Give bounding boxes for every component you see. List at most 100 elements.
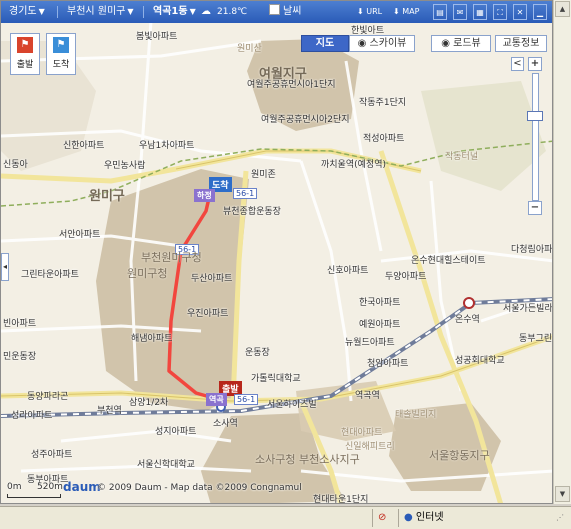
map-label[interactable]: 봄빛아파트 bbox=[136, 29, 177, 42]
zoom-in-button[interactable]: + bbox=[528, 57, 542, 71]
map-label[interactable]: 해냄아파트 bbox=[131, 331, 172, 344]
zoom-slider-track[interactable] bbox=[532, 73, 539, 201]
map-label[interactable]: 까치울역(예정역) bbox=[321, 157, 386, 170]
minimize-icon[interactable]: ▁ bbox=[533, 4, 547, 20]
minus-icon: − bbox=[530, 202, 540, 213]
bus-number-bottom-label: 56-1 bbox=[237, 395, 256, 404]
map-label[interactable]: 뉴월드아파트 bbox=[345, 335, 395, 348]
map-label[interactable]: 동양파라곤 bbox=[27, 389, 68, 402]
map-label[interactable]: 동부그린 bbox=[519, 331, 552, 344]
sosa-station-label[interactable]: 소사역 bbox=[213, 416, 238, 429]
map-label[interactable]: 우진아파트 bbox=[187, 306, 228, 319]
map-label[interactable]: 가톨릭대학교 bbox=[251, 371, 301, 384]
radio-icon: ◉ bbox=[357, 38, 367, 49]
map-label[interactable]: 그린타운아파트 bbox=[21, 267, 79, 280]
pan-left-button[interactable]: < bbox=[511, 57, 524, 71]
map-label[interactable]: 서울신학대학교 bbox=[137, 457, 195, 470]
weather-label: 날씨 bbox=[283, 6, 302, 17]
map-label[interactable]: 서안아파트 bbox=[59, 227, 100, 240]
scroll-up-button[interactable]: ▲ bbox=[555, 1, 570, 17]
scroll-down-button[interactable]: ▼ bbox=[555, 486, 570, 502]
district-label: 서울항동지구 bbox=[429, 449, 490, 462]
expand-icon[interactable]: ✕ bbox=[513, 4, 527, 20]
print-icon[interactable]: ▤ bbox=[433, 4, 447, 20]
map-label[interactable]: 성공회대학교 bbox=[455, 353, 505, 366]
district-label: 부천소사지구 bbox=[299, 453, 360, 466]
tab-map[interactable]: 지도 bbox=[301, 35, 349, 52]
map-label[interactable]: 현대타운1단지 bbox=[313, 492, 368, 503]
map-label[interactable]: 원미존 bbox=[251, 167, 276, 180]
save-icon[interactable]: ▦ bbox=[473, 4, 487, 20]
tab-skyview[interactable]: ◉ 스카이뷰 bbox=[349, 35, 415, 52]
map-label[interactable]: 빈아파트 bbox=[3, 316, 36, 329]
map-label[interactable]: 예원아파트 bbox=[359, 317, 400, 330]
daum-logo[interactable]: daum bbox=[63, 480, 101, 494]
fullscreen-icon[interactable]: ⛶ bbox=[493, 4, 507, 20]
map-label[interactable]: 신호아파트 bbox=[327, 263, 368, 276]
map-label[interactable]: 원미구청 bbox=[127, 265, 167, 281]
roadview-button[interactable]: ◉ 로드뷰 bbox=[431, 35, 491, 52]
map-label[interactable]: 다청림아파트 bbox=[511, 242, 552, 255]
zoom-slider-thumb[interactable] bbox=[527, 111, 543, 121]
bus-stop-bottom-marker[interactable]: 역곡 bbox=[206, 393, 227, 406]
map-label[interactable]: 한빛아트 bbox=[351, 23, 384, 36]
chevron-down-icon: ▼ bbox=[127, 7, 134, 16]
map-label[interactable]: 서울하이츠빌 bbox=[267, 397, 317, 410]
map-label[interactable]: 운동장 bbox=[245, 345, 270, 358]
map-label[interactable]: 청암아파트 bbox=[367, 356, 408, 369]
mail-icon[interactable]: ✉ bbox=[453, 4, 467, 20]
map-label[interactable]: 성주아파트 bbox=[31, 447, 72, 460]
map-label[interactable]: 우남1차아파트 bbox=[139, 138, 194, 151]
province-select[interactable]: 경기도 ▼ bbox=[9, 1, 45, 23]
vertical-scrollbar[interactable]: ▲ ▼ bbox=[553, 0, 571, 504]
map-label[interactable]: 두산아파트 bbox=[191, 271, 232, 284]
map-label[interactable]: 서울가든빌라 bbox=[503, 301, 552, 314]
map-label[interactable]: 여월주공휴먼시아2단지 bbox=[261, 112, 350, 125]
map-label[interactable]: 태솔빌리지 bbox=[395, 407, 436, 420]
traffic-button[interactable]: 교통정보 bbox=[495, 35, 547, 52]
security-zone[interactable]: ● 인터넷 bbox=[404, 510, 554, 526]
map-label[interactable]: 부천역 bbox=[97, 403, 122, 416]
map-label[interactable]: 신한아파트 bbox=[63, 138, 104, 151]
bus-stop-top-marker[interactable]: 하정 bbox=[194, 189, 215, 202]
map-label[interactable]: 삼양1/2차 bbox=[129, 395, 168, 408]
bus-number-top: 56-1 bbox=[233, 188, 258, 199]
map-label[interactable]: 작동주1단지 bbox=[359, 95, 406, 108]
tab-map-label: 지도 bbox=[315, 38, 335, 49]
map-label[interactable]: 적성아파트 bbox=[363, 131, 404, 144]
map-label[interactable]: 온수현대힐스테이트 bbox=[411, 253, 486, 266]
map-label[interactable]: 성라아파트 bbox=[11, 408, 52, 421]
popup-blocked-icon[interactable]: ⊘ bbox=[378, 510, 386, 526]
map-label[interactable]: 우민농사람 bbox=[104, 158, 145, 171]
divider bbox=[398, 509, 399, 527]
map-label[interactable]: 부천원미구청 bbox=[141, 249, 202, 265]
scale-left-label: 0m bbox=[7, 482, 22, 492]
yeokgok-station-label[interactable]: 역곡역 bbox=[355, 388, 380, 401]
side-panel-toggle[interactable]: ◂ bbox=[1, 253, 9, 281]
map-label[interactable]: 원미산 bbox=[237, 41, 262, 54]
arrow-down-icon: ⬇ bbox=[393, 7, 400, 16]
map-button[interactable]: ⬇ MAP bbox=[393, 4, 419, 20]
map-label[interactable]: 민운동장 bbox=[3, 349, 36, 362]
zoom-out-button[interactable]: − bbox=[528, 201, 542, 215]
map-label[interactable]: 신동아 bbox=[3, 157, 28, 170]
map-label[interactable]: 작동터널 bbox=[445, 149, 478, 162]
map-label[interactable]: 현대아파트 bbox=[341, 425, 382, 438]
map-label[interactable]: 소사구청 bbox=[255, 451, 295, 467]
map-label[interactable]: 여월주공휴먼시아1단지 bbox=[247, 77, 336, 90]
map-canvas[interactable]: 경기도 ▼ 부천시 원미구 ▼ 역곡1동 ▼ ☁ 21.8℃ 날씨 ⬇ URL ⬇ M… bbox=[0, 0, 553, 504]
map-label[interactable]: 뷰천종합운동장 bbox=[223, 204, 281, 217]
resize-grip-icon[interactable]: ⋰ bbox=[556, 510, 564, 526]
map-label[interactable]: 두양아파트 bbox=[385, 269, 426, 282]
start-button[interactable]: ⚑ 출발 bbox=[10, 33, 40, 75]
arrive-button[interactable]: ⚑ 도착 bbox=[46, 33, 76, 75]
map-label[interactable]: 성지아파트 bbox=[155, 424, 196, 437]
map-label[interactable]: 한국아파트 bbox=[359, 295, 400, 308]
divider bbox=[57, 6, 58, 18]
onsu-station-label[interactable]: 온수역 bbox=[455, 312, 480, 325]
arrive-button-label: 도착 bbox=[52, 60, 70, 70]
weather-checkbox[interactable]: 날씨 bbox=[269, 1, 301, 23]
url-button[interactable]: ⬇ URL bbox=[357, 4, 382, 20]
dong-select[interactable]: 역곡1동 ▼ bbox=[153, 1, 196, 23]
city-select[interactable]: 부천시 원미구 ▼ bbox=[67, 1, 134, 23]
